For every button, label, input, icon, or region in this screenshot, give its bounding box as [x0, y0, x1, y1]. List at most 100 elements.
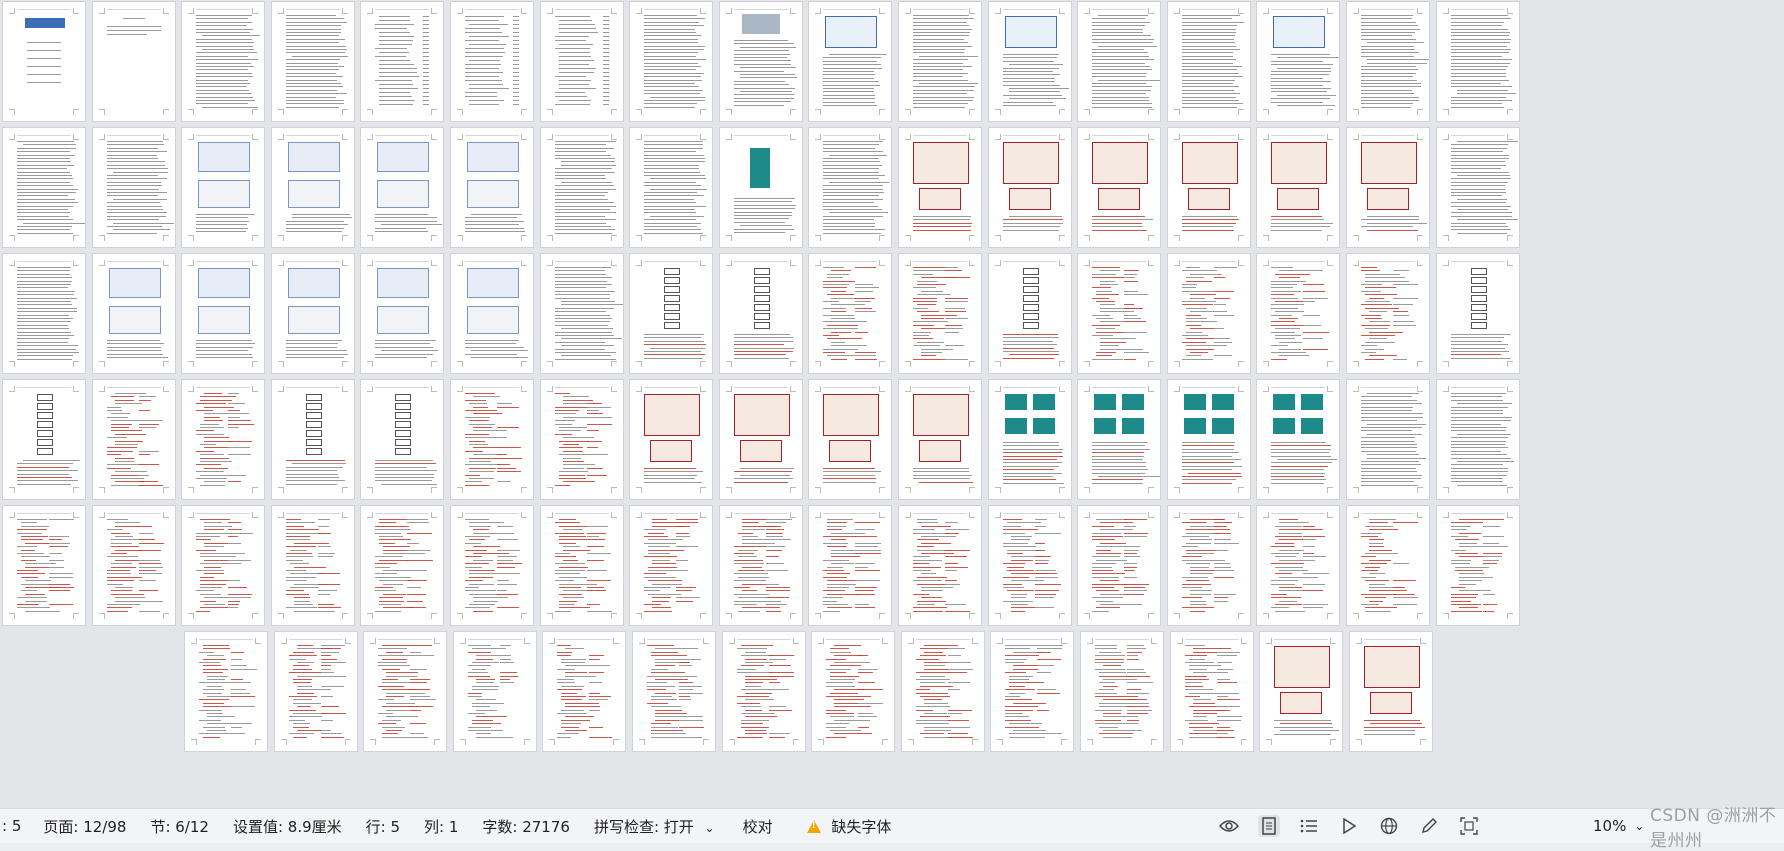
document-page-thumbnail[interactable]: [451, 128, 533, 247]
proofread-button[interactable]: 校对: [743, 816, 773, 837]
document-page-thumbnail[interactable]: [3, 128, 85, 247]
document-page-thumbnail[interactable]: [182, 380, 265, 499]
globe-icon[interactable]: [1378, 815, 1400, 837]
document-page-thumbnail[interactable]: [719, 380, 802, 499]
document-page-thumbnail[interactable]: [453, 632, 536, 751]
document-page-thumbnail[interactable]: [1436, 2, 1519, 121]
pen-icon[interactable]: [1418, 815, 1440, 837]
document-page-thumbnail[interactable]: [271, 380, 354, 499]
document-page-thumbnail[interactable]: [540, 506, 623, 625]
document-page-thumbnail[interactable]: [182, 2, 265, 121]
document-page-thumbnail[interactable]: [719, 506, 802, 625]
document-page-thumbnail[interactable]: [1257, 128, 1340, 247]
document-page-thumbnail[interactable]: [1436, 254, 1519, 373]
document-page-thumbnail[interactable]: [812, 632, 895, 751]
document-page-thumbnail[interactable]: [364, 632, 447, 751]
document-page-thumbnail[interactable]: [1170, 632, 1253, 751]
document-page-thumbnail[interactable]: [899, 254, 981, 373]
document-page-thumbnail[interactable]: [630, 380, 713, 499]
document-page-thumbnail[interactable]: [92, 380, 175, 499]
document-page-thumbnail[interactable]: [543, 632, 626, 751]
document-page-thumbnail[interactable]: [809, 254, 892, 373]
chevron-down-icon[interactable]: ⌄: [1634, 819, 1644, 833]
document-page-thumbnail[interactable]: [809, 506, 892, 625]
document-page-thumbnail[interactable]: [988, 254, 1071, 373]
document-page-thumbnail[interactable]: [899, 380, 981, 499]
document-page-thumbnail[interactable]: [274, 632, 357, 751]
document-page-thumbnail[interactable]: [361, 506, 444, 625]
page-indicator[interactable]: 页面: 12/98: [43, 816, 126, 837]
document-page-thumbnail[interactable]: [988, 506, 1071, 625]
document-page-thumbnail[interactable]: [361, 254, 444, 373]
eye-icon[interactable]: [1218, 815, 1240, 837]
spell-check-toggle[interactable]: 拼写检查: 打开 ⌄: [594, 816, 715, 837]
document-page-thumbnail[interactable]: [451, 254, 533, 373]
document-page-thumbnail[interactable]: [630, 506, 713, 625]
document-page-thumbnail[interactable]: [540, 380, 623, 499]
document-page-thumbnail[interactable]: [92, 2, 175, 121]
document-page-thumbnail[interactable]: [1436, 506, 1519, 625]
document-page-thumbnail[interactable]: [1436, 128, 1519, 247]
document-page-thumbnail[interactable]: [1347, 254, 1429, 373]
document-page-thumbnail[interactable]: [1349, 632, 1432, 751]
document-page-thumbnail[interactable]: [991, 632, 1074, 751]
document-page-thumbnail[interactable]: [451, 506, 533, 625]
document-page-thumbnail[interactable]: [630, 128, 713, 247]
document-page-thumbnail[interactable]: [451, 380, 533, 499]
document-page-thumbnail[interactable]: [1078, 380, 1161, 499]
document-page-thumbnail[interactable]: [361, 2, 444, 121]
document-page-thumbnail[interactable]: [899, 2, 981, 121]
document-page-thumbnail[interactable]: [361, 380, 444, 499]
document-page-thumbnail[interactable]: [1257, 506, 1340, 625]
document-page-thumbnail[interactable]: [809, 380, 892, 499]
document-page-thumbnail[interactable]: [630, 254, 713, 373]
document-page-thumbnail[interactable]: [1081, 632, 1163, 751]
document-page-thumbnail[interactable]: [1167, 380, 1250, 499]
document-page-thumbnail[interactable]: [1436, 380, 1519, 499]
document-page-thumbnail[interactable]: [899, 128, 981, 247]
document-page-thumbnail[interactable]: [809, 2, 892, 121]
document-page-thumbnail[interactable]: [1260, 632, 1343, 751]
document-page-thumbnail[interactable]: [1078, 506, 1161, 625]
page-view-icon[interactable]: [1258, 815, 1280, 837]
zoom-control[interactable]: 10% ⌄: [1593, 809, 1644, 843]
document-page-thumbnail[interactable]: [1167, 506, 1250, 625]
document-page-thumbnail[interactable]: [630, 2, 713, 121]
document-page-thumbnail[interactable]: [901, 632, 984, 751]
document-page-thumbnail[interactable]: [540, 254, 623, 373]
document-page-thumbnail[interactable]: [182, 506, 265, 625]
document-page-thumbnail[interactable]: [1257, 380, 1340, 499]
document-page-thumbnail[interactable]: [1347, 380, 1429, 499]
word-count[interactable]: 字数: 27176: [482, 816, 570, 837]
document-page-thumbnail[interactable]: [1347, 2, 1429, 121]
document-page-thumbnail[interactable]: [92, 254, 175, 373]
document-page-thumbnail[interactable]: [271, 506, 354, 625]
document-page-thumbnail[interactable]: [451, 2, 533, 121]
document-page-thumbnail[interactable]: [182, 128, 265, 247]
document-page-thumbnail[interactable]: [3, 380, 85, 499]
document-page-thumbnail[interactable]: [271, 254, 354, 373]
document-page-thumbnail[interactable]: [185, 632, 267, 751]
fit-screen-icon[interactable]: [1458, 815, 1480, 837]
outline-icon[interactable]: [1298, 815, 1320, 837]
document-page-thumbnail[interactable]: [271, 2, 354, 121]
play-icon[interactable]: [1338, 815, 1360, 837]
document-canvas[interactable]: [0, 0, 1784, 808]
document-page-thumbnail[interactable]: [92, 128, 175, 247]
document-page-thumbnail[interactable]: [1078, 128, 1161, 247]
document-page-thumbnail[interactable]: [988, 2, 1071, 121]
document-page-thumbnail[interactable]: [1257, 2, 1340, 121]
document-page-thumbnail[interactable]: [988, 128, 1071, 247]
document-page-thumbnail[interactable]: [809, 128, 892, 247]
document-page-thumbnail[interactable]: [719, 254, 802, 373]
document-page-thumbnail[interactable]: [1347, 128, 1429, 247]
document-page-thumbnail[interactable]: [3, 506, 85, 625]
document-page-thumbnail[interactable]: [1347, 506, 1429, 625]
document-page-thumbnail[interactable]: [899, 506, 981, 625]
document-page-thumbnail[interactable]: [719, 128, 802, 247]
document-page-thumbnail[interactable]: [3, 254, 85, 373]
document-page-thumbnail[interactable]: [182, 254, 265, 373]
document-page-thumbnail[interactable]: [1167, 254, 1250, 373]
document-page-thumbnail[interactable]: [1167, 2, 1250, 121]
document-page-thumbnail[interactable]: [1078, 254, 1161, 373]
